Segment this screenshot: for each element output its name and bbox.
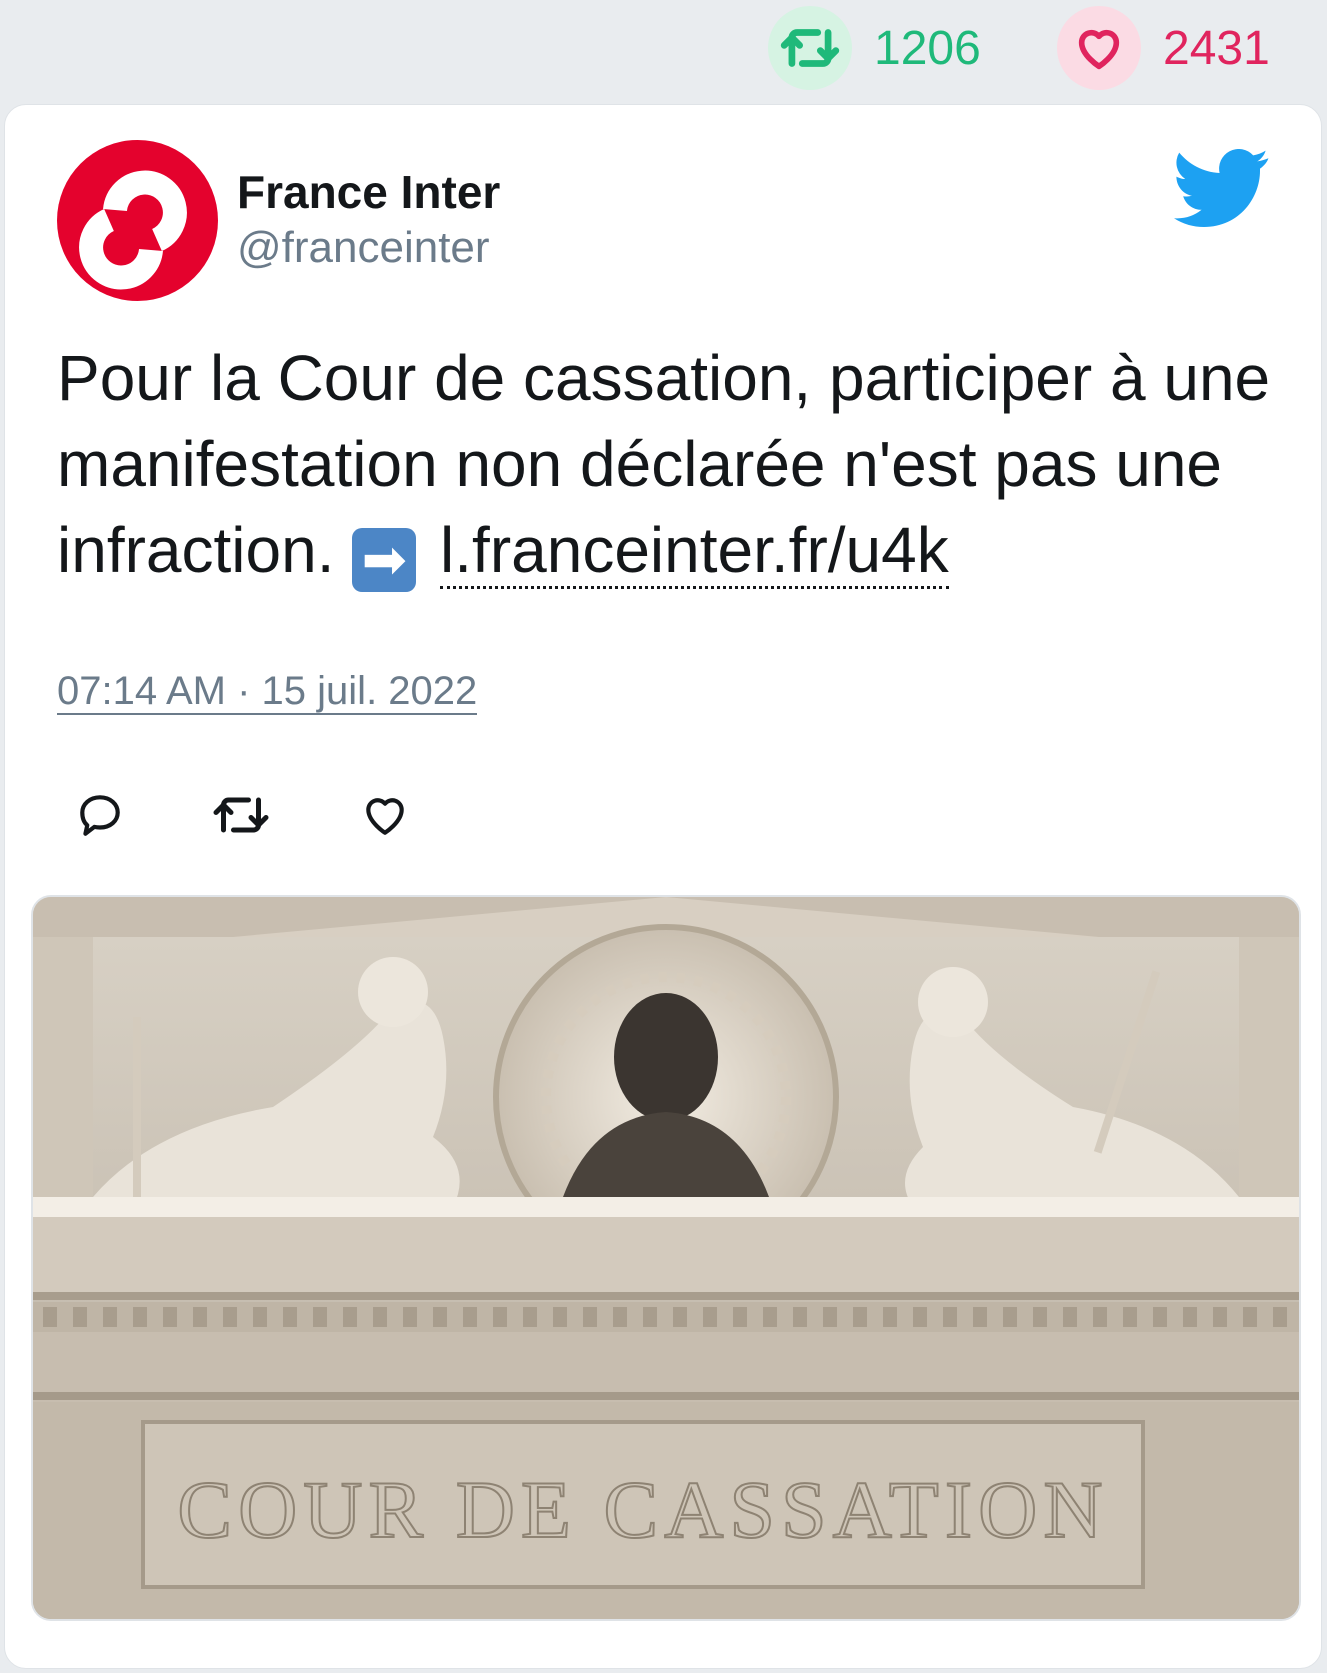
retweet-count: 1206 (874, 21, 981, 75)
author-name[interactable]: France Inter (237, 165, 500, 219)
like-stat[interactable]: 2431 (1057, 6, 1270, 90)
retweet-icon[interactable] (768, 6, 852, 90)
tweet-card: France Inter @franceinter Pour la Cour d… (4, 104, 1322, 1669)
tweet-timestamp[interactable]: 07:14 AM · 15 juil. 2022 (57, 669, 478, 715)
like-count: 2431 (1163, 21, 1270, 75)
retweet-stat[interactable]: 1206 (768, 6, 981, 90)
heart-icon[interactable] (360, 790, 420, 850)
author-handle[interactable]: @franceinter (237, 223, 490, 273)
tweet-text: Pour la Cour de cassation, participer à … (57, 335, 1287, 593)
heart-icon[interactable] (1057, 6, 1141, 90)
twitter-bird-icon[interactable] (1173, 148, 1271, 229)
avatar[interactable] (57, 140, 218, 301)
retweet-icon[interactable] (210, 790, 270, 850)
tweet-link[interactable]: l.franceinter.fr/u4k (440, 514, 949, 589)
engagement-stats: 1206 2431 (0, 0, 1327, 100)
photo-inscription: COUR DE CASSATION (177, 1464, 1108, 1555)
reply-icon[interactable] (75, 790, 135, 850)
right-arrow-icon: ➡ (352, 528, 417, 592)
tweet-photo[interactable]: COUR DE CASSATION (31, 895, 1301, 1621)
